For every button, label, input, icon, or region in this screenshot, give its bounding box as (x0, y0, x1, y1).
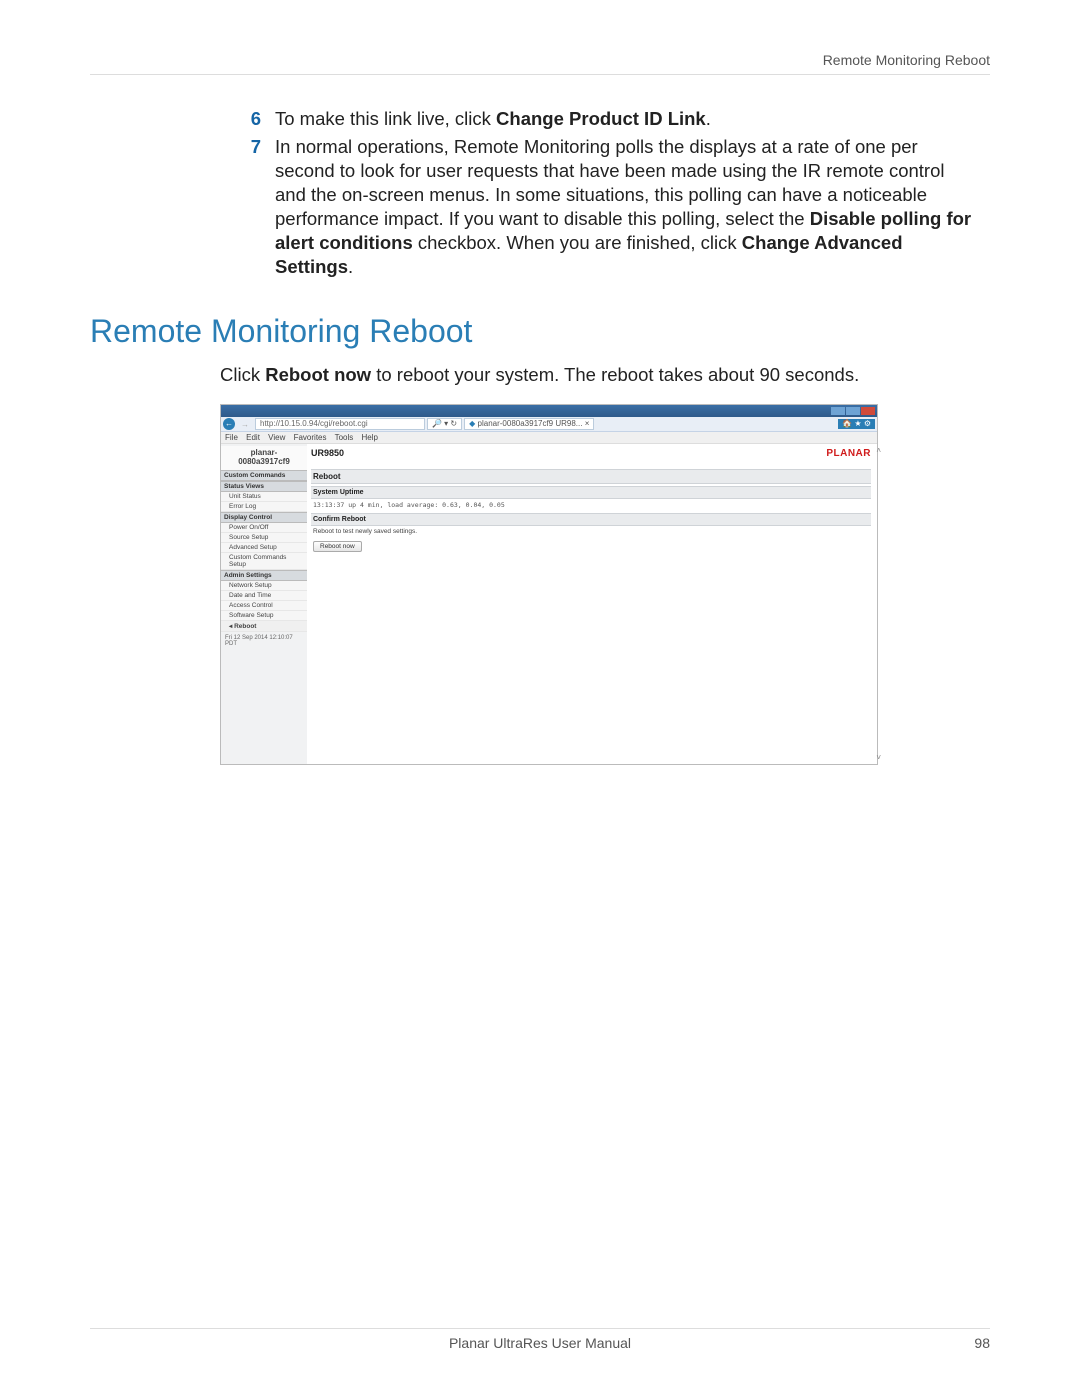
sidebar-item-reboot[interactable]: ◂ Reboot (221, 621, 307, 632)
sidebar-timestamp: Fri 12 Sep 2014 12:10:07 PDT (221, 632, 307, 650)
step-6: 6 To make this link live, click Change P… (235, 107, 980, 131)
menu-edit[interactable]: Edit (246, 433, 260, 442)
tab-text: planar-0080a3917cf9 UR98... (478, 419, 583, 428)
section-heading: Remote Monitoring Reboot (90, 313, 990, 350)
sidebar-item-network-setup[interactable]: Network Setup (221, 581, 307, 591)
reboot-now-button[interactable]: Reboot now (313, 541, 362, 552)
text: checkbox. When you are finished, click (413, 232, 742, 253)
menu-help[interactable]: Help (362, 433, 378, 442)
minimize-button[interactable] (831, 407, 845, 415)
text: Click (220, 364, 265, 385)
scroll-down-icon[interactable]: ˅ (876, 753, 881, 762)
sidebar-item-error-log[interactable]: Error Log (221, 502, 307, 512)
text: . (348, 256, 353, 277)
footer-title: Planar UltraRes User Manual (90, 1335, 990, 1351)
sidebar-item-unit-status[interactable]: Unit Status (221, 492, 307, 502)
embedded-screenshot: ← → http://10.15.0.94/cgi/reboot.cgi 🔎 ▾… (220, 404, 878, 765)
sidebar-section-display-control: Display Control (221, 512, 307, 523)
text: To make this link live, click (275, 108, 496, 129)
step-body: To make this link live, click Change Pro… (275, 107, 980, 131)
sidebar-section-status-views: Status Views (221, 481, 307, 492)
sidebar-section-custom-commands: Custom Commands (221, 470, 307, 481)
sidebar-item-reboot-label: Reboot (234, 623, 256, 630)
numbered-steps: 6 To make this link live, click Change P… (235, 107, 980, 279)
close-button[interactable] (861, 407, 875, 415)
step-7: 7 In normal operations, Remote Monitorin… (235, 135, 980, 279)
text: . (706, 108, 711, 129)
page-footer: Planar UltraRes User Manual 98 (90, 1328, 990, 1351)
search-refresh-chip[interactable]: 🔎 ▾ ↻ (427, 418, 462, 430)
window-titlebar (221, 405, 877, 417)
back-button[interactable]: ← (223, 418, 235, 430)
step-number: 6 (235, 107, 261, 131)
toolbar-right-icons[interactable]: 🏠 ★ ⚙ (838, 419, 875, 429)
browser-menubar[interactable]: File Edit View Favorites Tools Help (221, 432, 877, 444)
step-number: 7 (235, 135, 261, 279)
device-title-line1: planar- (251, 448, 278, 457)
page-body: planar- 0080a3917cf9 Custom Commands Sta… (221, 444, 877, 764)
main-header: UR9850 PLANAR (311, 446, 871, 467)
sidebar-item-date-time[interactable]: Date and Time (221, 591, 307, 601)
model-label: UR9850 (311, 448, 344, 458)
panel-bar-uptime: System Uptime (311, 486, 871, 499)
sidebar-item-advanced-setup[interactable]: Advanced Setup (221, 543, 307, 553)
sidebar-section-admin-settings: Admin Settings (221, 570, 307, 581)
manual-page: Remote Monitoring Reboot 6 To make this … (0, 0, 1080, 1397)
bold-text: Reboot now (265, 364, 371, 385)
section-paragraph: Click Reboot now to reboot your system. … (220, 364, 980, 386)
forward-button[interactable]: → (237, 420, 253, 429)
menu-view[interactable]: View (268, 433, 285, 442)
device-title: planar- 0080a3917cf9 (221, 446, 307, 470)
sidebar-item-access-control[interactable]: Access Control (221, 601, 307, 611)
sidebar-item-software-setup[interactable]: Software Setup (221, 611, 307, 621)
sidebar-item-source-setup[interactable]: Source Setup (221, 533, 307, 543)
sidebar-item-custom-commands-setup[interactable]: Custom Commands Setup (221, 553, 307, 570)
brand-logo: PLANAR (826, 448, 871, 459)
url-field[interactable]: http://10.15.0.94/cgi/reboot.cgi (255, 418, 425, 430)
confirm-reboot-text: Reboot to test newly saved settings. (311, 526, 871, 539)
menu-favorites[interactable]: Favorites (294, 433, 327, 442)
device-title-line2: 0080a3917cf9 (238, 457, 290, 466)
main-panel: ˄ UR9850 PLANAR Reboot System Uptime 13:… (307, 444, 877, 764)
running-head: Remote Monitoring Reboot (90, 52, 990, 75)
panel-bar-reboot: Reboot (311, 469, 871, 484)
panel-bar-confirm-reboot: Confirm Reboot (311, 513, 871, 526)
uptime-value: 13:13:37 up 4 min, load average: 0.63, 0… (311, 499, 871, 511)
tab-label[interactable]: ◆ planar-0080a3917cf9 UR98... × (464, 418, 594, 430)
step-body: In normal operations, Remote Monitoring … (275, 135, 980, 279)
bold-text: Change Product ID Link (496, 108, 706, 129)
menu-file[interactable]: File (225, 433, 238, 442)
text: to reboot your system. The reboot takes … (371, 364, 859, 385)
sidebar-item-power[interactable]: Power On/Off (221, 523, 307, 533)
scroll-up-icon[interactable]: ˄ (876, 446, 881, 455)
sidebar: planar- 0080a3917cf9 Custom Commands Sta… (221, 444, 307, 764)
browser-address-bar: ← → http://10.15.0.94/cgi/reboot.cgi 🔎 ▾… (221, 417, 877, 432)
menu-tools[interactable]: Tools (335, 433, 354, 442)
maximize-button[interactable] (846, 407, 860, 415)
